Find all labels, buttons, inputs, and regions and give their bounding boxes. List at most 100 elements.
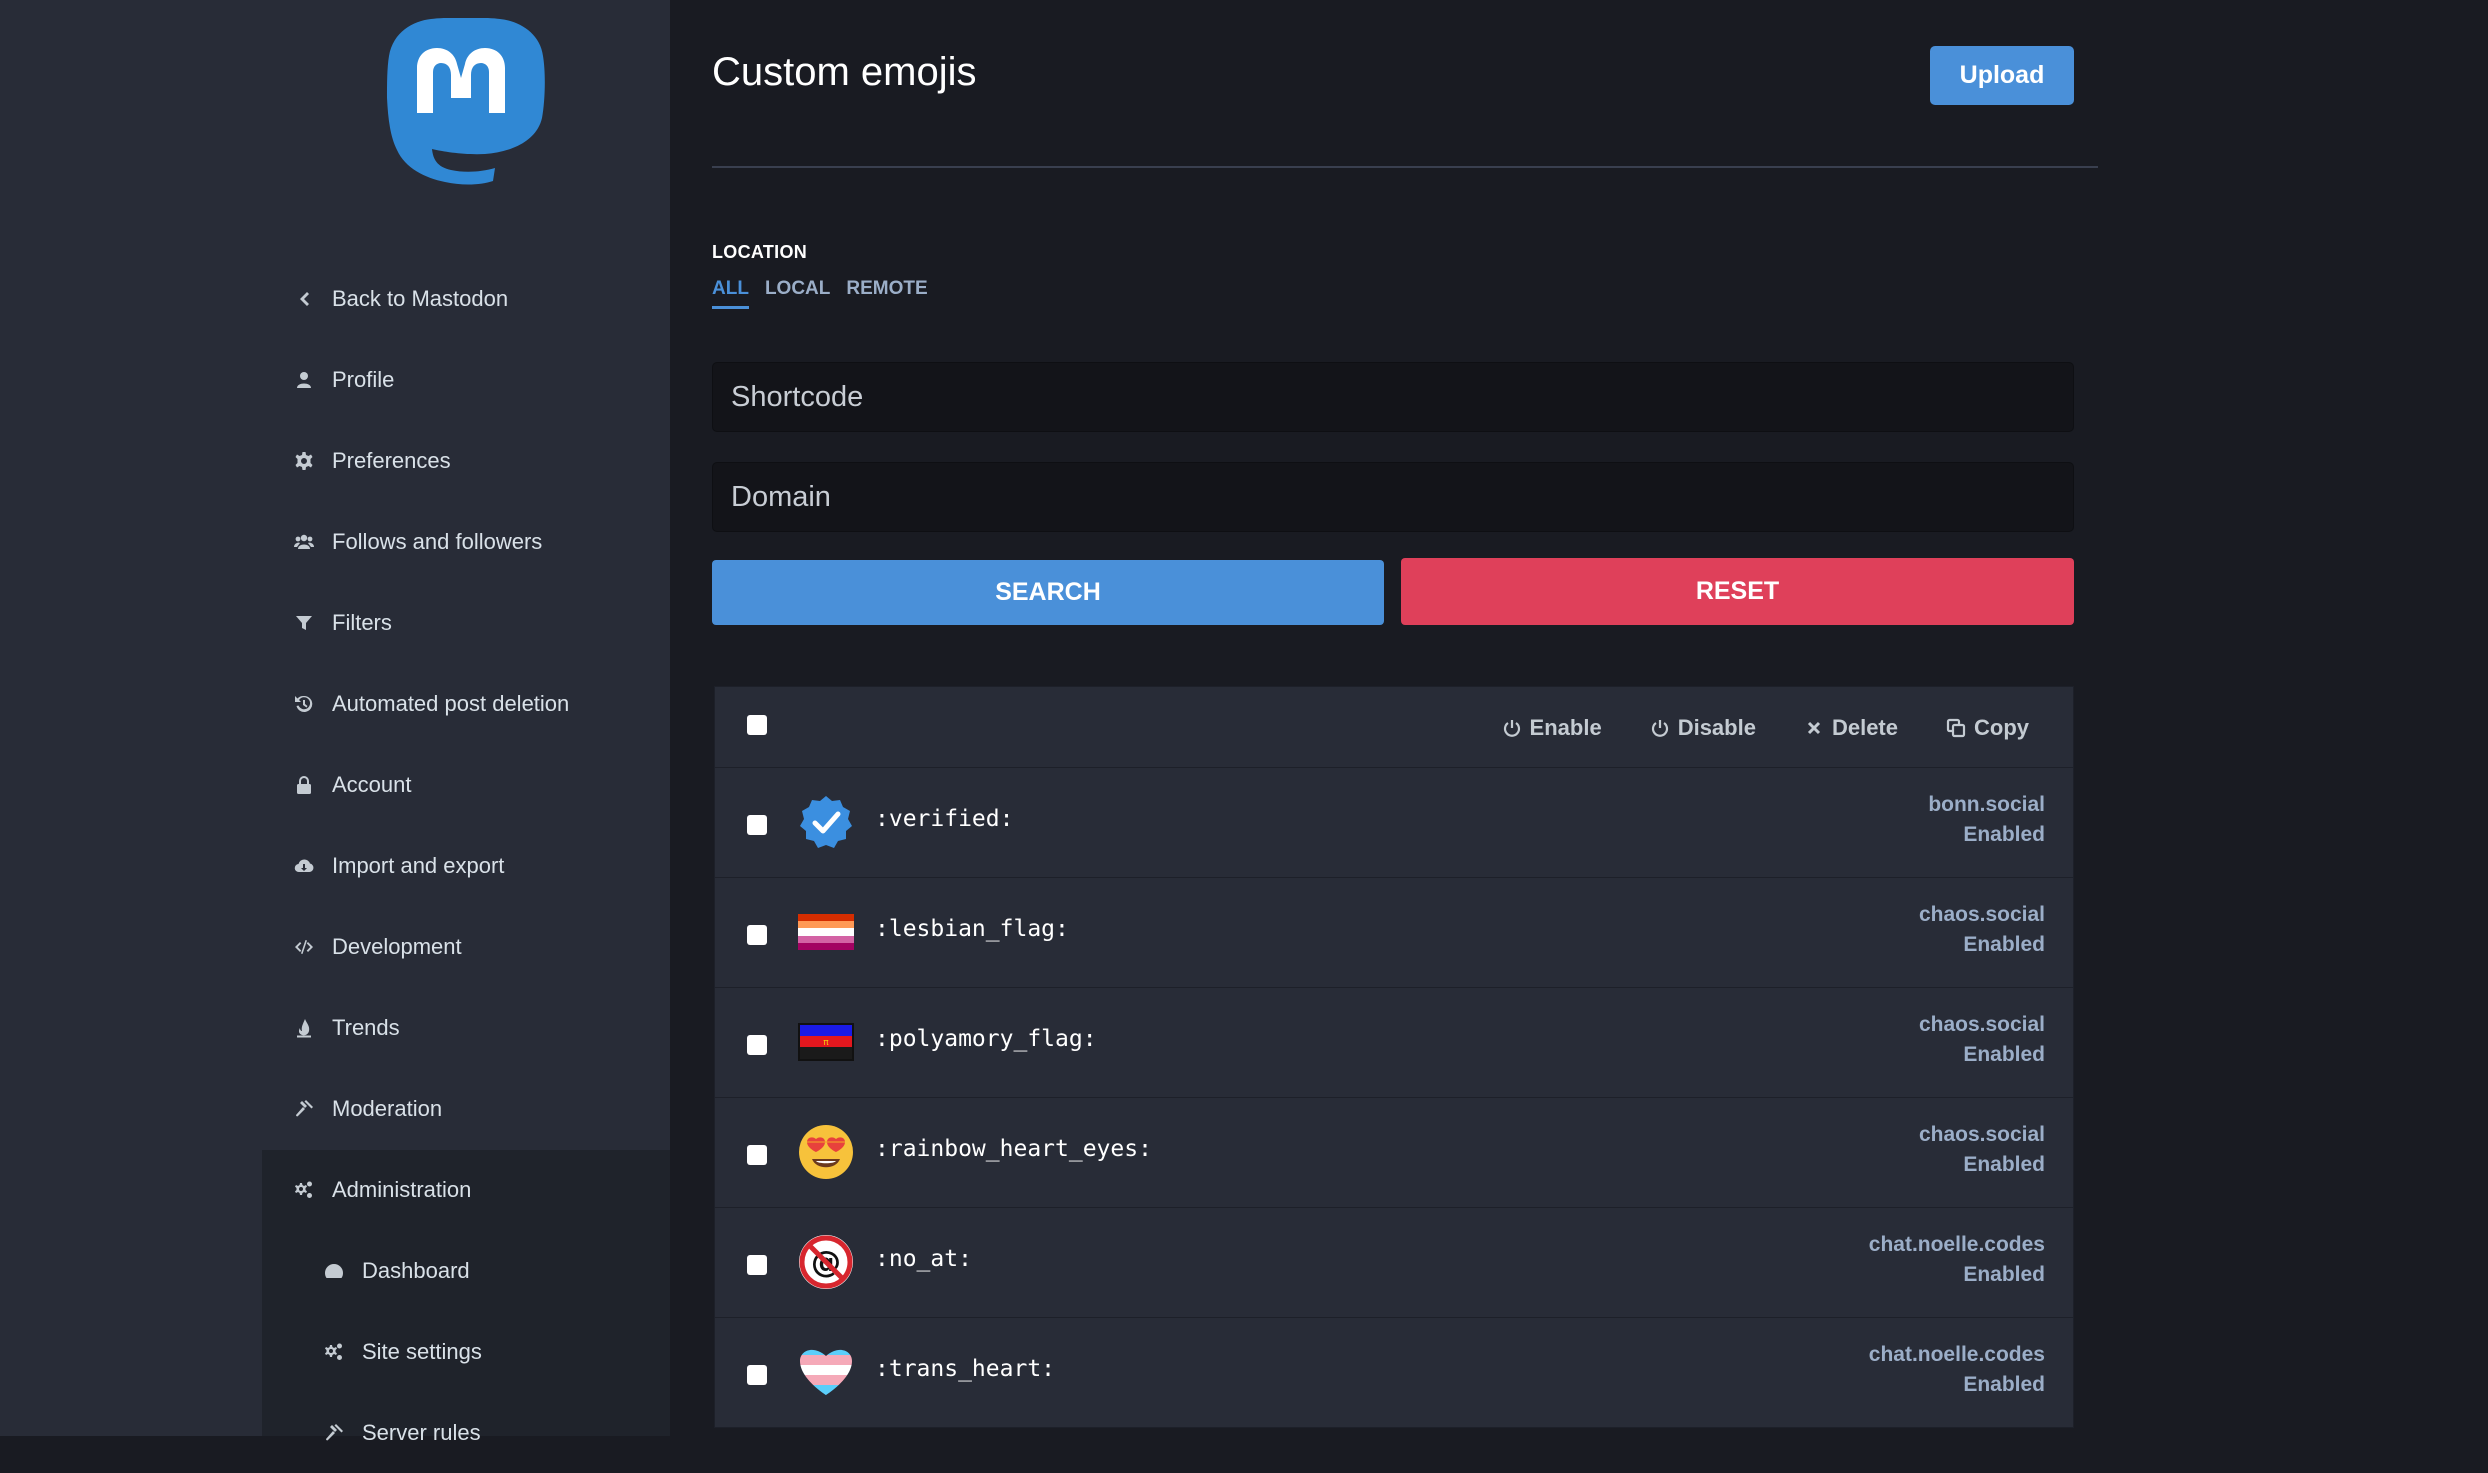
title-divider bbox=[712, 166, 2098, 168]
mastodon-logo[interactable] bbox=[385, 18, 547, 192]
admin-app: Back to Mastodon Profile Preferences Fol… bbox=[0, 0, 2488, 1445]
emoji-status: Enabled bbox=[1963, 933, 2045, 956]
emoji-shortcode: :lesbian_flag: bbox=[875, 916, 1069, 942]
reset-button[interactable]: RESET bbox=[1401, 558, 2074, 625]
cogs-icon bbox=[320, 1338, 348, 1366]
sidebar-item-trends[interactable]: Trends bbox=[262, 988, 670, 1068]
emoji-domain-link[interactable]: chaos.social bbox=[1919, 1010, 2045, 1040]
sidebar-item-back-to-mastodon[interactable]: Back to Mastodon bbox=[262, 259, 670, 339]
emoji-meta: chaos.social Enabled bbox=[1919, 900, 2045, 960]
sidebar-item-filters[interactable]: Filters bbox=[262, 583, 670, 663]
filter-link-local[interactable]: LOCAL bbox=[765, 278, 830, 309]
emoji-status: Enabled bbox=[1963, 1263, 2045, 1286]
rainbow-heart-eyes-icon bbox=[798, 1124, 854, 1180]
row-checkbox[interactable] bbox=[747, 1035, 767, 1055]
emoji-row: :verified: bonn.social Enabled bbox=[714, 768, 2074, 878]
sidebar-item-label: Server rules bbox=[362, 1420, 481, 1445]
cog-icon bbox=[290, 447, 318, 475]
sidebar-item-label: Automated post deletion bbox=[332, 691, 570, 716]
sidebar-item-label: Import and export bbox=[332, 853, 505, 878]
sidebar-item-label: Site settings bbox=[362, 1339, 482, 1364]
batch-actions: Enable Disable Delete Copy bbox=[1502, 687, 2029, 769]
no-at-icon: @ bbox=[798, 1234, 854, 1290]
sidebar-item-moderation[interactable]: Moderation bbox=[262, 1069, 670, 1149]
filter-icon bbox=[290, 609, 318, 637]
sidebar-item-label: Account bbox=[332, 772, 412, 797]
emoji-row: :rainbow_heart_eyes: chaos.social Enable… bbox=[714, 1098, 2074, 1208]
emoji-domain-link[interactable]: bonn.social bbox=[1928, 790, 2045, 820]
power-icon bbox=[1651, 720, 1668, 737]
times-icon bbox=[1807, 721, 1821, 735]
batch-actions-bar: Enable Disable Delete Copy bbox=[714, 686, 2074, 768]
emoji-status: Enabled bbox=[1963, 1043, 2045, 1066]
code-icon bbox=[290, 933, 318, 961]
row-checkbox[interactable] bbox=[747, 815, 767, 835]
tachometer-icon bbox=[320, 1257, 348, 1285]
emoji-meta: chat.noelle.codes Enabled bbox=[1869, 1340, 2045, 1400]
mastodon-logo-icon bbox=[387, 18, 545, 185]
sidebar-item-label: Dashboard bbox=[362, 1258, 470, 1283]
search-button[interactable]: SEARCH bbox=[712, 560, 1384, 625]
location-filter: ALL LOCAL REMOTE bbox=[712, 278, 928, 309]
delete-button[interactable]: Delete bbox=[1804, 715, 1898, 741]
sidebar-item-account[interactable]: Account bbox=[262, 745, 670, 825]
emoji-domain-link[interactable]: chat.noelle.codes bbox=[1869, 1230, 2045, 1260]
sidebar-item-server-rules[interactable]: Server rules bbox=[262, 1393, 670, 1473]
copy-button[interactable]: Copy bbox=[1946, 715, 2029, 741]
fire-icon bbox=[290, 1014, 318, 1042]
sidebar-item-label: Back to Mastodon bbox=[332, 286, 509, 311]
emoji-status: Enabled bbox=[1963, 823, 2045, 846]
emoji-shortcode: :rainbow_heart_eyes: bbox=[875, 1136, 1152, 1162]
emoji-domain-link[interactable]: chat.noelle.codes bbox=[1869, 1340, 2045, 1370]
disable-button[interactable]: Disable bbox=[1650, 715, 1756, 741]
sidebar-item-import-and-export[interactable]: Import and export bbox=[262, 826, 670, 906]
sidebar-item-preferences[interactable]: Preferences bbox=[262, 421, 670, 501]
sidebar-item-label: Preferences bbox=[332, 448, 451, 473]
filter-link-remote[interactable]: REMOTE bbox=[846, 278, 927, 309]
domain-input[interactable] bbox=[712, 462, 2074, 532]
emoji-shortcode: :polyamory_flag: bbox=[875, 1026, 1097, 1052]
emoji-row: @ :no_at: chat.noelle.codes Enabled bbox=[714, 1208, 2074, 1318]
user-icon bbox=[290, 366, 318, 394]
emoji-status: Enabled bbox=[1963, 1153, 2045, 1176]
emoji-shortcode: :verified: bbox=[875, 806, 1014, 832]
emoji-meta: chat.noelle.codes Enabled bbox=[1869, 1230, 2045, 1290]
emoji-shortcode: :trans_heart: bbox=[875, 1356, 1056, 1382]
upload-button[interactable]: Upload bbox=[1930, 46, 2074, 105]
gavel-icon bbox=[290, 1095, 318, 1123]
row-checkbox[interactable] bbox=[747, 1145, 767, 1165]
sidebar-item-profile[interactable]: Profile bbox=[262, 340, 670, 420]
select-all-checkbox[interactable] bbox=[747, 715, 767, 735]
emoji-domain-link[interactable]: chaos.social bbox=[1919, 1120, 2045, 1150]
copy-icon bbox=[1946, 718, 1966, 738]
sidebar-item-administration[interactable]: Administration bbox=[262, 1150, 670, 1230]
enable-button[interactable]: Enable bbox=[1502, 715, 1602, 741]
emoji-meta: bonn.social Enabled bbox=[1928, 790, 2045, 850]
emoji-meta: chaos.social Enabled bbox=[1919, 1010, 2045, 1070]
row-checkbox[interactable] bbox=[747, 925, 767, 945]
sidebar-item-development[interactable]: Development bbox=[262, 907, 670, 987]
sidebar-item-label: Profile bbox=[332, 367, 395, 392]
row-checkbox[interactable] bbox=[747, 1255, 767, 1275]
shortcode-input[interactable] bbox=[712, 362, 2074, 432]
sidebar-item-label: Development bbox=[332, 934, 462, 959]
emoji-status: Enabled bbox=[1963, 1373, 2045, 1396]
emoji-table: Enable Disable Delete Copy:verified: bo… bbox=[714, 686, 2074, 1428]
sidebar-item-label: Follows and followers bbox=[332, 529, 543, 554]
sidebar-item-follows-and-followers[interactable]: Follows and followers bbox=[262, 502, 670, 582]
sidebar-item-label: Administration bbox=[332, 1177, 472, 1202]
filter-link-all[interactable]: ALL bbox=[712, 278, 749, 309]
polyamory-flag-icon: π bbox=[798, 1014, 854, 1070]
disable-label: Disable bbox=[1677, 715, 1756, 740]
emoji-meta: chaos.social Enabled bbox=[1919, 1120, 2045, 1180]
cloud-download-icon bbox=[290, 852, 318, 880]
emoji-domain-link[interactable]: chaos.social bbox=[1919, 900, 2045, 930]
lock-icon bbox=[290, 771, 318, 799]
sidebar-item-site-settings[interactable]: Site settings bbox=[262, 1312, 670, 1392]
page-title: Custom emojis bbox=[712, 50, 977, 94]
row-checkbox[interactable] bbox=[747, 1365, 767, 1385]
cogs-icon bbox=[290, 1176, 318, 1204]
sidebar-item-dashboard[interactable]: Dashboard bbox=[262, 1231, 670, 1311]
sidebar-item-automated-post-deletion[interactable]: Automated post deletion bbox=[262, 664, 670, 744]
sidebar-item-label: Trends bbox=[332, 1015, 400, 1040]
